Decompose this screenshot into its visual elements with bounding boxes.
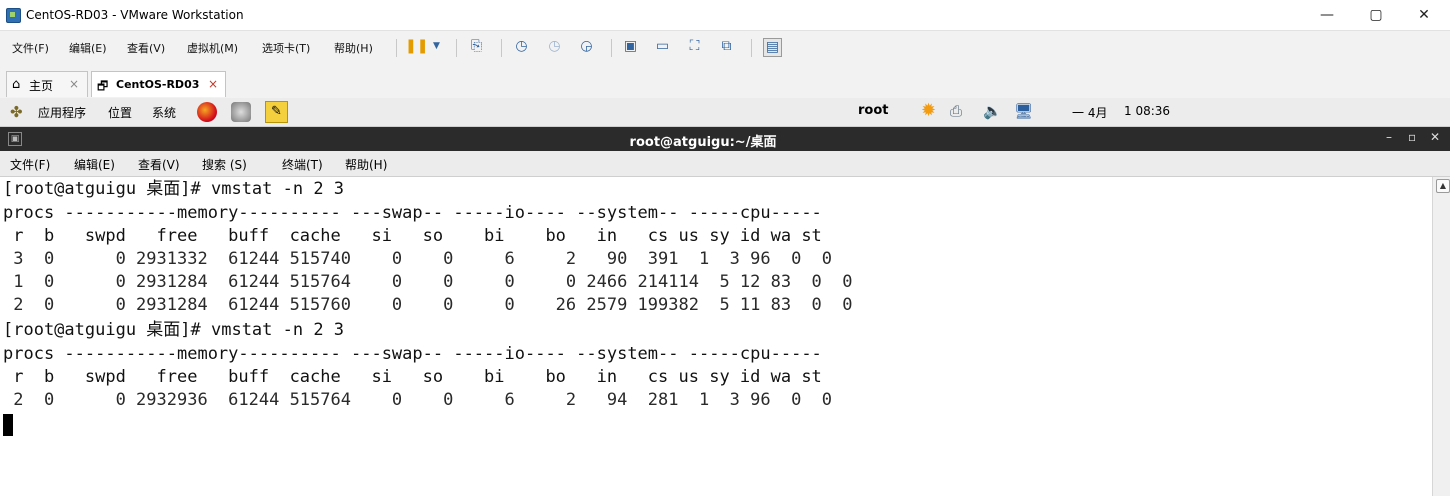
gnome-foot-icon: ✤	[10, 103, 23, 121]
terminal-title: root@atguigu:~/桌面	[629, 135, 777, 150]
snapshot-manager-icon[interactable]: ◶	[578, 38, 595, 55]
terminal-minimize-button[interactable]: –	[1386, 130, 1392, 144]
pause-icon[interactable]: ❚❚	[405, 38, 428, 55]
terminal-line-prompt: [root@atguigu 桌面]# vmstat -n 2 3	[3, 179, 345, 199]
terminal-line-data: 2 0 0 2931284 61244 515760 0 0 0 26 2579…	[3, 295, 853, 315]
toolbar-separator	[501, 39, 502, 57]
gnome-top-panel: ✤ 应用程序 位置 系统 ✎ root ✹ ⎙ 🔈 🖥 一 4月 1 08:36	[0, 98, 1450, 127]
terminal-line-columns: r b swpd free buff cache si so bi bo in …	[3, 367, 822, 387]
terminal-output[interactable]: [root@atguigu 桌面]# vmstat -n 2 3 procs -…	[0, 177, 1432, 496]
tab-close-icon[interactable]: ×	[69, 77, 79, 91]
home-icon: ⌂	[12, 77, 21, 92]
tab-vm-label: CentOS-RD03	[116, 78, 200, 91]
menu-file[interactable]: 文件(F)	[12, 40, 49, 56]
firefox-icon[interactable]	[197, 102, 217, 122]
terminal-line-data: 3 0 0 2931332 61244 515740 0 0 6 2 90 39…	[3, 249, 833, 269]
menu-help[interactable]: 帮助(H)	[334, 40, 373, 56]
terminal-scrollbar[interactable]: ▲	[1432, 177, 1450, 496]
terminal-title-bar: ▣ root@atguigu:~/桌面 – ▫ ✕	[0, 127, 1450, 151]
term-menu-file[interactable]: 文件(F)	[10, 156, 50, 173]
terminal-close-button[interactable]: ✕	[1430, 130, 1440, 144]
volume-icon[interactable]: 🔈	[983, 102, 1002, 120]
terminal-line-header: procs -----------memory---------- ---swa…	[3, 344, 822, 364]
toolbar-separator	[396, 39, 397, 57]
close-button[interactable]: ✕	[1411, 4, 1437, 26]
dropdown-arrow-icon[interactable]: ▼	[428, 38, 445, 55]
term-menu-terminal[interactable]: 终端(T)	[282, 156, 323, 173]
vm-icon: 🗗	[97, 79, 109, 93]
terminal-cursor	[3, 414, 13, 436]
panel-clock[interactable]: 1 08:36	[1124, 104, 1170, 118]
thumbnail-bar-icon[interactable]: ▭	[654, 38, 671, 55]
tab-close-icon[interactable]: ×	[208, 77, 218, 91]
display-icon[interactable]: 🖥	[1014, 102, 1033, 120]
terminal-line-data: 2 0 0 2932936 61244 515764 0 0 6 2 94 28…	[3, 390, 833, 410]
vmware-title-bar: CentOS-RD03 - VMware Workstation — ▢ ✕	[0, 0, 1450, 30]
toolbar-separator	[611, 39, 612, 57]
terminal-line-header: procs -----------memory---------- ---swa…	[3, 203, 822, 223]
panel-system[interactable]: 系统	[152, 104, 176, 121]
menu-edit[interactable]: 编辑(E)	[69, 40, 107, 56]
menu-view[interactable]: 查看(V)	[127, 40, 165, 56]
term-menu-view[interactable]: 查看(V)	[138, 156, 180, 173]
restore-button[interactable]: ▢	[1363, 4, 1389, 26]
tab-centos-rd03[interactable]: 🗗 CentOS-RD03 ×	[91, 71, 226, 97]
terminal-line-prompt: [root@atguigu 桌面]# vmstat -n 2 3	[3, 320, 345, 340]
term-menu-edit[interactable]: 编辑(E)	[74, 156, 115, 173]
mail-icon[interactable]	[231, 102, 251, 122]
window-title: CentOS-RD03 - VMware Workstation	[26, 8, 244, 22]
terminal-maximize-button[interactable]: ▫	[1408, 130, 1416, 144]
terminal-line-columns: r b swpd free buff cache si so bi bo in …	[3, 226, 822, 246]
panel-date[interactable]: 一 4月	[1072, 104, 1107, 121]
toolbar-separator	[456, 39, 457, 57]
note-editor-icon[interactable]: ✎	[265, 101, 288, 123]
update-notifier-icon[interactable]: ✹	[921, 100, 936, 121]
panel-applications[interactable]: 应用程序	[38, 104, 86, 121]
show-library-icon[interactable]: ▣	[622, 38, 639, 55]
console-view-icon[interactable]: ▤	[763, 38, 782, 57]
terminal-menubar: 文件(F) 编辑(E) 查看(V) 搜索 (S) 终端(T) 帮助(H)	[0, 151, 1450, 177]
term-menu-help[interactable]: 帮助(H)	[345, 156, 387, 173]
minimize-button[interactable]: —	[1314, 4, 1340, 26]
term-menu-search[interactable]: 搜索 (S)	[202, 156, 247, 173]
toolbar-separator	[751, 39, 752, 57]
network-icon[interactable]: ⎙	[950, 102, 962, 120]
menu-vm[interactable]: 虚拟机(M)	[187, 40, 238, 56]
revert-snapshot-icon[interactable]: ◷	[546, 38, 563, 55]
vmware-menubar: 文件(F) 编辑(E) 查看(V) 虚拟机(M) 选项卡(T) 帮助(H) ❚❚…	[0, 30, 1450, 65]
tab-home[interactable]: ⌂ 主页 ×	[6, 71, 88, 97]
tab-home-label: 主页	[29, 79, 54, 93]
panel-places[interactable]: 位置	[108, 104, 132, 121]
menu-tabs[interactable]: 选项卡(T)	[262, 40, 310, 56]
send-ctrl-alt-del-icon[interactable]: ⎘	[468, 38, 485, 55]
vmware-tab-strip: ⌂ 主页 × 🗗 CentOS-RD03 ×	[0, 64, 1450, 99]
terminal-line-data: 1 0 0 2931284 61244 515764 0 0 0 0 2466 …	[3, 272, 853, 292]
vmware-logo-icon	[6, 8, 21, 23]
scroll-up-arrow-icon[interactable]: ▲	[1436, 179, 1450, 193]
panel-user[interactable]: root	[858, 103, 889, 118]
unity-icon[interactable]: ⧉	[718, 38, 735, 55]
fullscreen-icon[interactable]: ⛶	[686, 38, 703, 55]
snapshot-icon[interactable]: ◷	[513, 38, 530, 55]
